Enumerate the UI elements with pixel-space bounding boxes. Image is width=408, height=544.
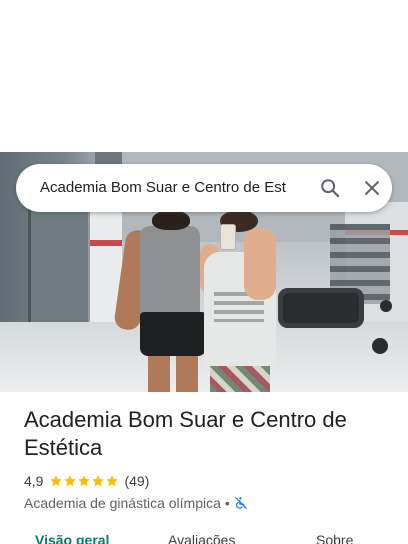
place-tabs: Visão geral Avaliações Sobre — [0, 528, 408, 544]
photo-person-1-top — [140, 226, 200, 324]
star-icon — [78, 475, 91, 487]
place-category: Academia de ginástica olímpica — [24, 495, 221, 511]
star-icon — [92, 475, 105, 487]
separator-dot: • — [224, 495, 230, 511]
search-bar — [16, 164, 392, 212]
star-icon — [50, 475, 63, 487]
place-title: Academia Bom Suar e Centro de Estética — [24, 407, 347, 460]
search-icon — [321, 179, 340, 198]
photo-weight-plate — [380, 300, 392, 312]
star-icon — [64, 475, 77, 487]
search-button[interactable] — [302, 164, 358, 212]
review-count: (49) — [124, 473, 150, 489]
photo-dumbbell — [372, 338, 388, 354]
tab-about[interactable]: Sobre — [316, 532, 353, 544]
photo-person-2-arm — [244, 228, 276, 300]
category-row: Academia de ginástica olímpica • — [24, 494, 248, 512]
rating-row[interactable]: 4,9 (49) — [24, 472, 149, 490]
tab-overview[interactable]: Visão geral — [35, 532, 109, 544]
rating-stars — [49, 474, 119, 488]
photo-pillar-stripe — [90, 240, 122, 246]
photo-phone — [220, 224, 236, 250]
photo-person-1-head — [152, 210, 190, 230]
close-icon — [365, 181, 379, 195]
photo-person-1-leg — [148, 352, 170, 392]
clear-search-button[interactable] — [352, 164, 392, 212]
rating-value: 4,9 — [24, 473, 44, 489]
photo-person-1-leg — [176, 352, 198, 392]
not-wheelchair-accessible-icon — [234, 497, 247, 509]
photo-person-1-shorts — [140, 312, 206, 356]
star-icon — [106, 475, 119, 487]
photo-person-2-pants — [210, 366, 270, 392]
photo-tire — [278, 288, 364, 328]
tab-reviews[interactable]: Avaliações — [168, 532, 235, 544]
search-input[interactable] — [40, 164, 302, 212]
